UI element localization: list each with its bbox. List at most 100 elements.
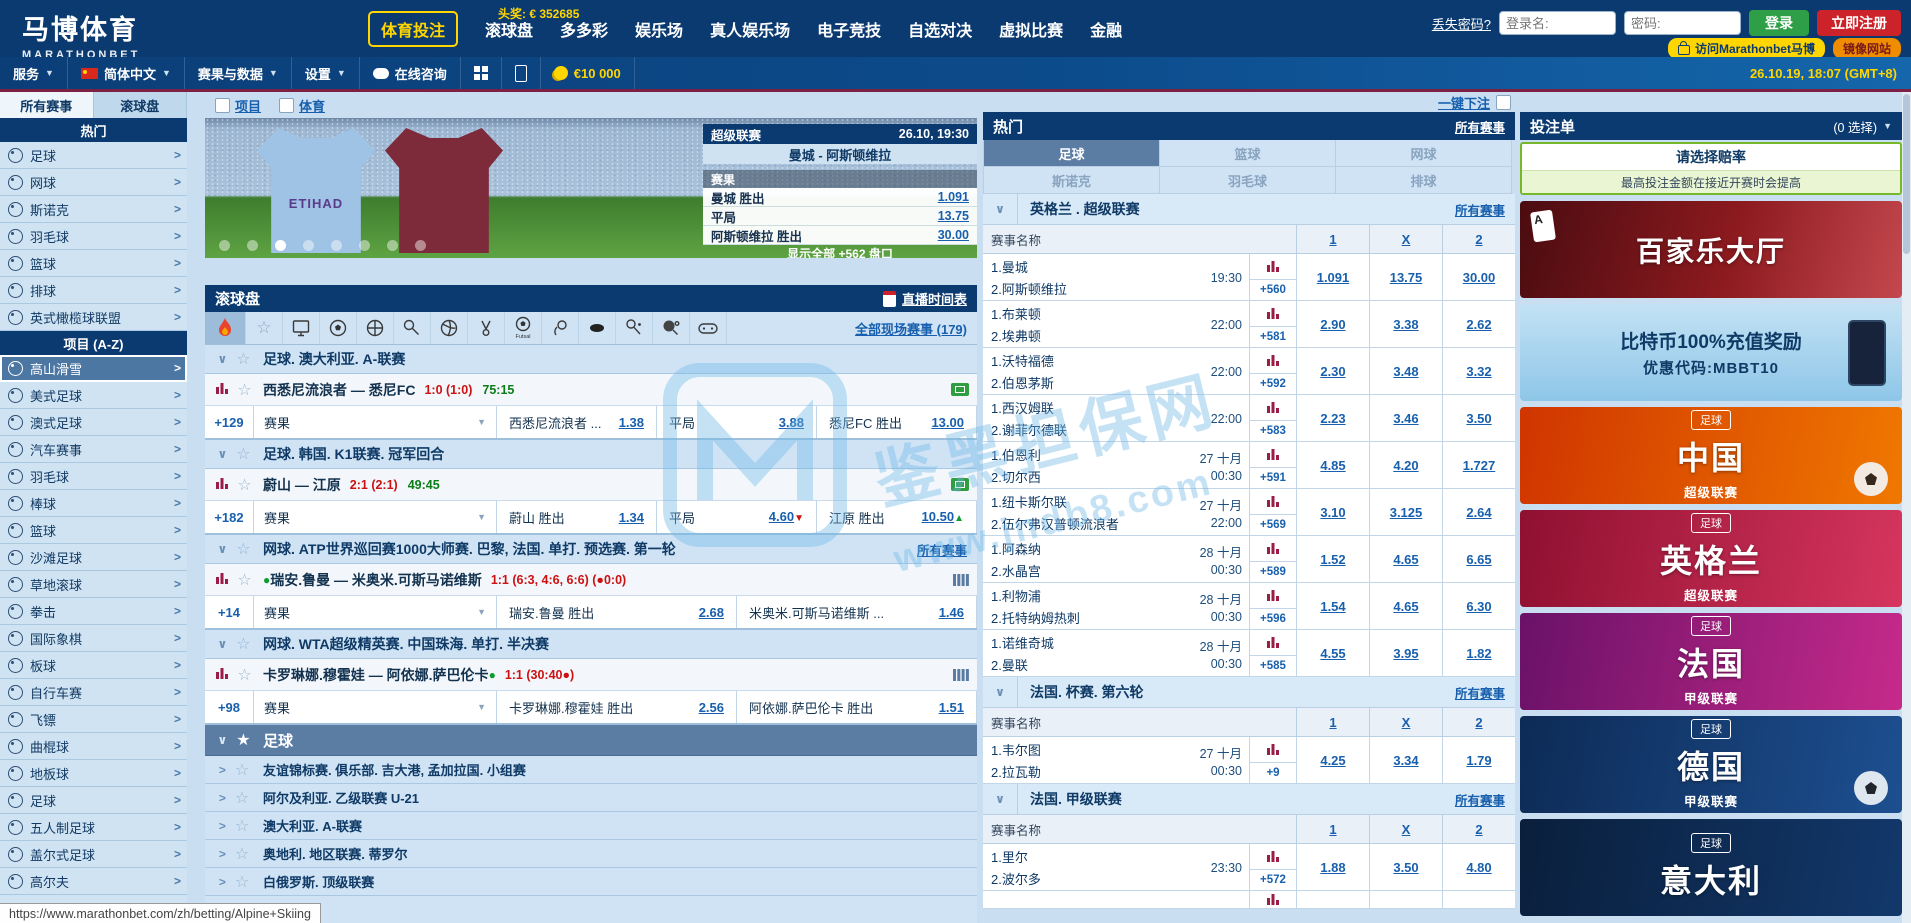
service-menu[interactable]: 服务▼: [0, 57, 68, 89]
expand-icon[interactable]: >: [219, 875, 226, 889]
tv-filter[interactable]: [283, 312, 320, 344]
market-select[interactable]: 赛果▼: [254, 406, 497, 438]
star-icon[interactable]: ☆: [235, 844, 249, 864]
collapse-icon[interactable]: ∨: [217, 447, 227, 461]
stats-icon[interactable]: [216, 666, 228, 684]
outcome-cell[interactable]: 江原 胜出10.50▲: [817, 501, 977, 533]
sidebar-item-cricket[interactable]: 板球>: [0, 652, 187, 679]
stats-icon[interactable]: [1250, 737, 1296, 762]
outcome-cell[interactable]: 米奥米.可斯马诺维斯 ...1.46: [737, 596, 977, 628]
expand-icon[interactable]: >: [219, 763, 226, 777]
odds-2[interactable]: 1.727: [1443, 442, 1515, 488]
sidebar-item-volleyball[interactable]: 排球>: [0, 277, 187, 304]
betslip-header[interactable]: 投注单 (0 选择)▼: [1520, 112, 1902, 140]
live-video-icon[interactable]: [951, 478, 969, 491]
all-events-link[interactable]: 所有赛事: [1455, 200, 1515, 219]
nav-finance[interactable]: 金融: [1090, 17, 1122, 41]
sidebar-item-aussie-rules[interactable]: 澳式足球>: [0, 409, 187, 436]
odds-1[interactable]: 3.10: [1297, 489, 1370, 535]
banner-outcome[interactable]: 曼城 胜出1.091: [703, 188, 977, 207]
nav-lottery[interactable]: 多多彩: [560, 17, 608, 41]
league-row[interactable]: >☆阿尔及利亚. 乙级联赛 U-21: [205, 784, 977, 812]
odds-1[interactable]: 1.88: [1297, 844, 1370, 890]
tab-live-events[interactable]: 滚球盘: [94, 92, 188, 118]
layout-button[interactable]: [461, 57, 502, 89]
live-schedule-link[interactable]: 直播时间表: [902, 289, 967, 308]
live-chat-button[interactable]: 在线咨询: [360, 57, 461, 89]
odds-link[interactable]: 10.50: [922, 509, 955, 524]
col-2[interactable]: 2: [1442, 815, 1515, 843]
sidebar-item-tennis[interactable]: 网球>: [0, 169, 187, 196]
scrollbar-thumb[interactable]: [1903, 94, 1910, 254]
sidebar-item-badminton[interactable]: 羽毛球>: [0, 223, 187, 250]
league-row[interactable]: >☆友谊锦标赛. 俱乐部. 吉大港, 孟加拉国. 小组赛: [205, 756, 977, 784]
collapse-icon[interactable]: ∨: [217, 542, 227, 556]
mirror-site-badge[interactable]: 镜像网站: [1833, 38, 1901, 59]
promo-china-super-league[interactable]: 足球 中国 超级联赛: [1520, 407, 1902, 504]
col-1[interactable]: 1: [1296, 225, 1369, 253]
odds-2[interactable]: 3.50: [1443, 395, 1515, 441]
sidebar-item-futsal[interactable]: 五人制足球>: [0, 814, 187, 841]
more-markets-link[interactable]: +572: [1250, 869, 1296, 890]
sidebar-item-rugby-union[interactable]: 英式橄榄球联盟>: [0, 304, 187, 331]
odds-x[interactable]: 3.46: [1370, 395, 1443, 441]
odds-2[interactable]: 3.32: [1443, 348, 1515, 394]
stats-icon[interactable]: [1250, 630, 1296, 655]
odds-link[interactable]: 1.34: [619, 510, 644, 525]
odds-link[interactable]: 4.60: [769, 509, 794, 524]
collapse-icon[interactable]: ∨: [995, 792, 1005, 806]
futsal-filter[interactable]: Futsal: [505, 312, 542, 344]
all-events-link[interactable]: 所有赛事: [1455, 683, 1515, 702]
odds-2[interactable]: 4.80: [1443, 844, 1515, 890]
promo-england-premier-league[interactable]: 足球 英格兰 超级联赛: [1520, 510, 1902, 607]
league-header[interactable]: ∨☆ 网球. WTA超级精英赛. 中国珠海. 单打. 半决赛: [205, 630, 977, 659]
odds-x[interactable]: 3.48: [1370, 348, 1443, 394]
more-markets-link[interactable]: +583: [1250, 420, 1296, 441]
collapse-icon[interactable]: ∨: [217, 637, 227, 651]
league-section-header[interactable]: ∨ 英格兰 . 超级联赛 所有赛事: [983, 194, 1515, 225]
sidebar-item-field-hockey[interactable]: 曲棍球>: [0, 733, 187, 760]
favorites-filter[interactable]: ☆: [246, 312, 283, 344]
promo-banner[interactable]: ETIHAD 超级联赛26.10, 19:30 曼城 - 阿斯顿维拉 赛果 曼城…: [205, 118, 977, 258]
vertical-scrollbar[interactable]: [1902, 92, 1911, 923]
username-field[interactable]: [1499, 11, 1616, 35]
login-button[interactable]: 登录: [1749, 10, 1809, 36]
sports-filter[interactable]: 体育: [279, 96, 325, 115]
league-header[interactable]: ∨☆ 网球. ATP世界巡回赛1000大师赛. 巴黎, 法国. 单打. 预选赛.…: [205, 535, 977, 564]
odds-1[interactable]: 1.54: [1297, 583, 1370, 629]
league-header[interactable]: ∨☆ 足球. 澳大利亚. A-联赛: [205, 345, 977, 374]
odds-link[interactable]: 1.46: [939, 605, 964, 620]
live-match-row[interactable]: ☆ 卡罗琳娜.穆霍娃 — 阿依娜.萨巴伦卡 ● 1:1 (30:40●): [205, 659, 977, 691]
outcome-cell[interactable]: 瑞安.鲁曼 胜出2.68: [497, 596, 737, 628]
more-markets-link[interactable]: +569: [1250, 514, 1296, 535]
outcome-cell[interactable]: 平局4.60▼: [657, 501, 817, 533]
col-x[interactable]: X: [1369, 815, 1442, 843]
live-match-row[interactable]: ☆ ● 瑞安.鲁曼 — 米奥米.可斯马诺维斯 1:1 (6:3, 4:6, 6:…: [205, 564, 977, 596]
outcome-cell[interactable]: 西悉尼流浪者 ...1.38: [497, 406, 657, 438]
sidebar-item-bowls[interactable]: 草地滚球>: [0, 571, 187, 598]
tennis-filter[interactable]: [394, 312, 431, 344]
live-match-row[interactable]: ☆ 西悉尼流浪者 — 悉尼FC 1:0 (1:0) 75:15: [205, 374, 977, 406]
stats-icon[interactable]: [1250, 301, 1296, 326]
table-tennis-filter[interactable]: [653, 312, 690, 344]
checkbox[interactable]: [279, 98, 294, 113]
balance-display[interactable]: €10 000: [541, 57, 635, 89]
stats-icon[interactable]: [1250, 583, 1296, 608]
stats-icon[interactable]: [1250, 536, 1296, 561]
col-2[interactable]: 2: [1442, 708, 1515, 736]
sidebar-item-american-football[interactable]: 美式足球>: [0, 382, 187, 409]
banner-outcome[interactable]: 平局13.75: [703, 207, 977, 226]
collapse-icon[interactable]: ∨: [217, 733, 227, 747]
one-click-bet[interactable]: 一键下注: [983, 92, 1515, 112]
more-markets-link[interactable]: +14: [205, 596, 254, 628]
more-markets-link[interactable]: +560: [1250, 279, 1296, 300]
logo[interactable]: 马博体育 MARATHONBET: [22, 8, 140, 61]
handball-filter[interactable]: [542, 312, 579, 344]
odds-x[interactable]: 3.38: [1370, 301, 1443, 347]
sidebar-item-beach-soccer[interactable]: 沙滩足球>: [0, 544, 187, 571]
star-icon[interactable]: ☆: [235, 788, 249, 808]
odds-link[interactable]: 3.88: [779, 415, 804, 430]
ice-hockey-filter[interactable]: [579, 312, 616, 344]
sidebar-item-baseball[interactable]: 棒球>: [0, 490, 187, 517]
promo-germany-bundesliga[interactable]: 足球 德国 甲级联赛: [1520, 716, 1902, 813]
